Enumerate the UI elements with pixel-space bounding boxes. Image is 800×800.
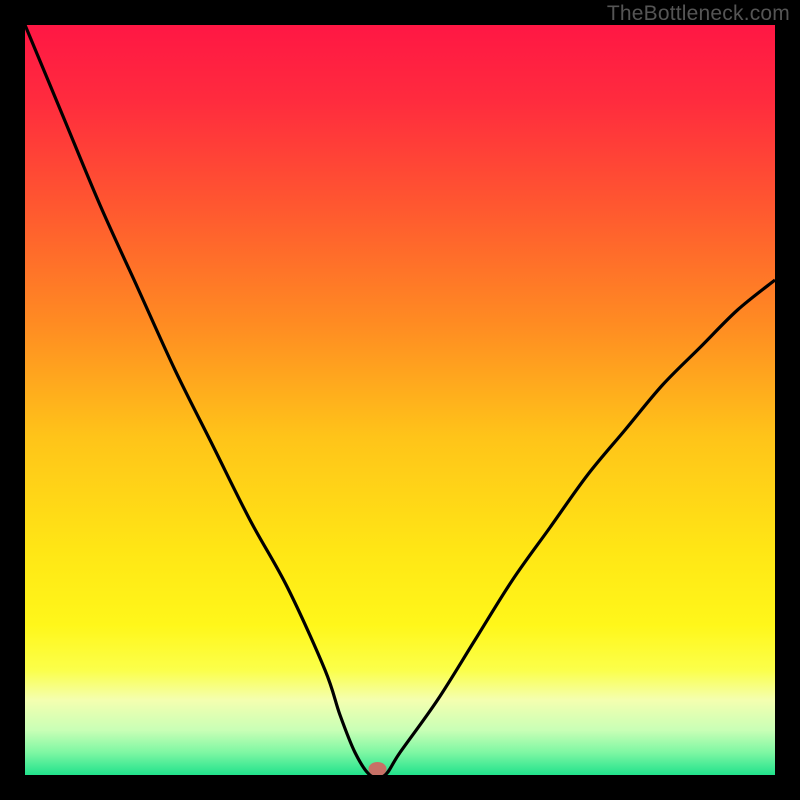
bottleneck-curve [25, 25, 775, 775]
plot-area [25, 25, 775, 775]
watermark-label: TheBottleneck.com [607, 2, 790, 26]
optimal-point-marker [369, 762, 387, 775]
chart-frame: TheBottleneck.com [0, 0, 800, 800]
